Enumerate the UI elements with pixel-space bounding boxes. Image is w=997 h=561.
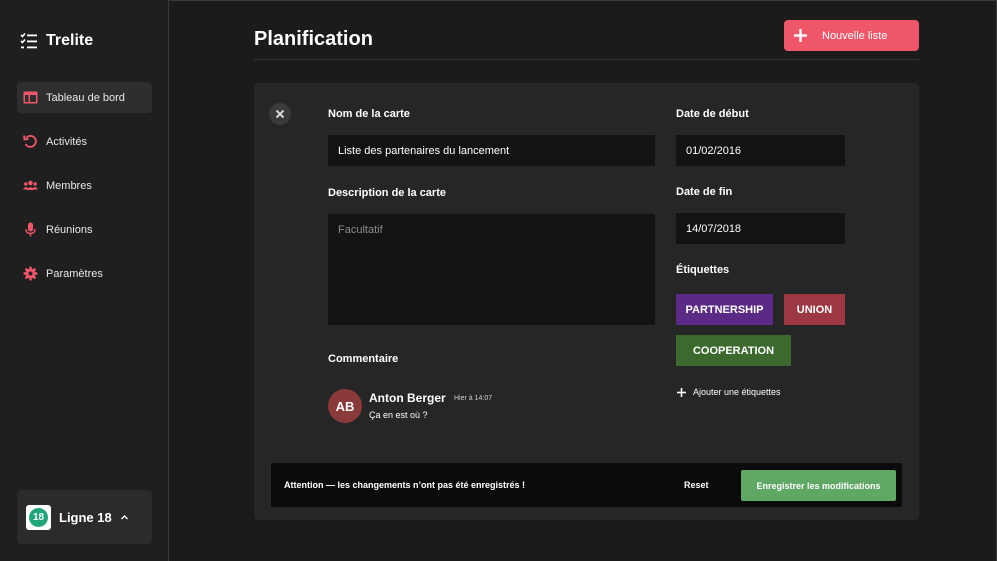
add-tag-label: Ajouter une étiquettes <box>693 387 781 397</box>
end-date-label: Date de fin <box>676 186 733 198</box>
layout-icon <box>23 91 38 104</box>
sidebar-item-label: Réunions <box>46 223 93 236</box>
sidebar-item-meetings[interactable]: Réunions <box>17 214 152 245</box>
workspace-badge: 18 <box>26 504 51 530</box>
plus-icon <box>794 29 807 42</box>
card-description-input[interactable] <box>328 214 655 325</box>
workspace-name: Ligne 18 <box>59 509 112 525</box>
brand[interactable]: Trelite <box>20 32 93 50</box>
sidebar-item-settings[interactable]: Paramètres <box>17 258 152 289</box>
workspace-switcher[interactable]: 18 Ligne 18 <box>17 490 152 544</box>
sidebar-item-label: Paramètres <box>46 267 103 280</box>
plus-icon <box>677 387 686 397</box>
card-name-label: Nom de la carte <box>328 108 410 120</box>
close-icon <box>275 109 285 119</box>
add-tag-button[interactable]: Ajouter une étiquettes <box>677 387 781 397</box>
page-title: Planification <box>254 28 373 50</box>
history-icon <box>23 135 37 148</box>
save-changes-button[interactable]: Enregistrer les modifications <box>741 470 896 501</box>
sidebar-nav: Tableau de bord Activités Membres Réunio… <box>17 82 152 302</box>
new-list-button[interactable]: Nouvelle liste <box>784 20 919 51</box>
users-icon <box>23 180 38 190</box>
tag-partnership[interactable]: PARTNERSHIP <box>676 294 773 325</box>
reset-button[interactable]: Reset <box>684 480 709 490</box>
checklist-icon <box>20 32 37 49</box>
sidebar-item-label: Membres <box>46 179 92 192</box>
title-divider <box>254 59 919 60</box>
comment-timestamp: Hier à 14:07 <box>454 395 493 402</box>
unsaved-warning-text: Attention — les changements n’ont pas ét… <box>284 480 526 490</box>
start-date-label: Date de début <box>676 108 749 120</box>
card-name-input[interactable] <box>328 135 655 166</box>
comment-author: Anton Berger <box>369 391 446 405</box>
card-description-label: Description de la carte <box>328 187 446 199</box>
workspace-badge-number: 18 <box>29 507 48 527</box>
new-list-label: Nouvelle liste <box>822 29 888 42</box>
unsaved-changes-bar: Attention — les changements n’ont pas ét… <box>271 463 902 507</box>
sidebar-item-activities[interactable]: Activités <box>17 126 152 157</box>
app-name: Trelite <box>46 32 94 49</box>
start-date-input[interactable] <box>676 135 845 166</box>
tag-cooperation[interactable]: COOPERATION <box>676 335 791 366</box>
comment-text: Ça en est où ? <box>369 410 428 420</box>
sidebar-item-dashboard[interactable]: Tableau de bord <box>17 82 152 113</box>
end-date-input[interactable] <box>676 213 845 244</box>
close-button[interactable] <box>269 103 291 125</box>
avatar: AB <box>328 389 362 423</box>
comment-section-label: Commentaire <box>328 353 399 365</box>
microphone-icon <box>25 222 36 237</box>
tags-label: Étiquettes <box>676 264 730 276</box>
sidebar-item-label: Activités <box>46 135 87 148</box>
tag-union[interactable]: UNION <box>784 294 845 325</box>
gear-icon <box>23 266 38 281</box>
sidebar-item-label: Tableau de bord <box>46 91 125 104</box>
sidebar-item-members[interactable]: Membres <box>17 170 152 201</box>
sidebar: Trelite Tableau de bord Activités Membre… <box>0 0 169 561</box>
chevron-up-icon <box>120 514 128 519</box>
